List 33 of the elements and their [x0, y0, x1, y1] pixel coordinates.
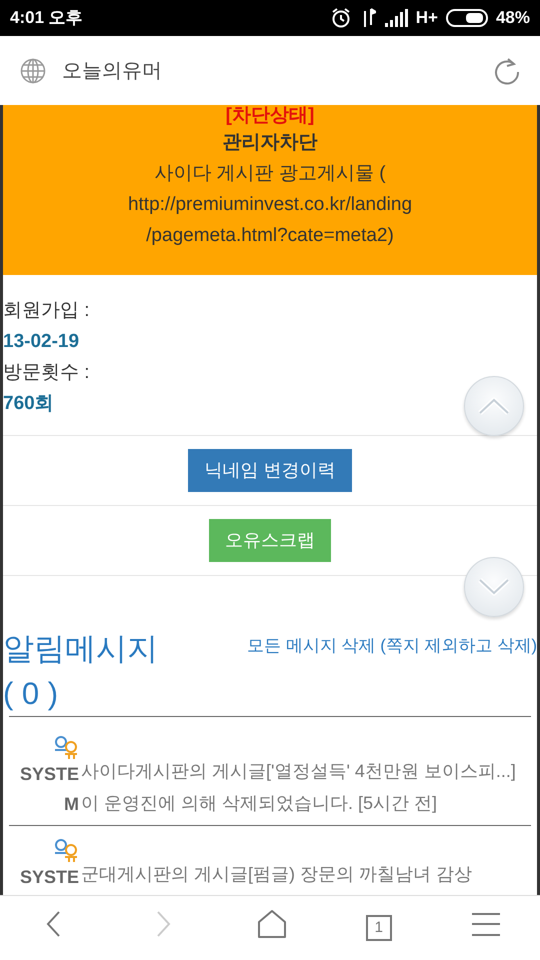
message-text[interactable]: 사이다게시판의 게시글['열정설득' 4천만원 보이스피...]이 운영진에 의해 삭제되었습니다. [5시간 전]: [81, 755, 531, 819]
block-reason: 관리자차단: [222, 131, 318, 155]
profile-value: 13-02-19: [3, 330, 80, 354]
site-logo-icon: [53, 735, 79, 759]
delete-all-link[interactable]: 모든 메시지 삭제 (쪽지 제외하고 삭제): [247, 633, 537, 658]
notifications-count: ( 0 ): [3, 675, 60, 713]
nickname-history-button[interactable]: 닉네임 변경이력: [188, 449, 352, 492]
message-sender: SYSTEM: [18, 763, 79, 816]
profile-value: 760회: [3, 392, 54, 416]
block-status: [차단상태]: [224, 105, 316, 127]
scrap-button[interactable]: 오유스크랩: [209, 519, 331, 562]
clock-time: 4:01 오후: [10, 7, 83, 30]
site-logo-icon: [53, 838, 79, 862]
chevron-down-icon: [477, 577, 511, 597]
block-detail: http://premiuminvest.co.kr/landing: [126, 193, 414, 217]
profile-label: 방문횟수 :: [3, 361, 90, 385]
reload-icon[interactable]: [494, 56, 522, 86]
message-sender: SYSTE: [20, 866, 79, 889]
tabs-button[interactable]: 1: [360, 909, 398, 947]
battery-percent: 48%: [496, 7, 530, 30]
message-text[interactable]: 군대게시판의 게시글[펌글) 장문의 까칠남녀 감상: [81, 858, 531, 892]
network-type: H+: [416, 7, 438, 30]
page-title: 오늘의유머: [62, 58, 163, 84]
chevron-up-icon: [477, 396, 511, 416]
battery-icon: [446, 8, 488, 28]
home-icon[interactable]: [256, 909, 287, 939]
profile-label: 회원가입 :: [3, 299, 90, 323]
block-detail: 사이다 게시판 광고게시물 (: [153, 162, 387, 186]
alarm-icon: [330, 7, 352, 29]
signal-icon: [384, 8, 408, 28]
globe-icon: [20, 58, 46, 84]
notifications-title: 알림메시지: [3, 630, 159, 668]
block-detail: /pagemeta.html?cate=meta2): [145, 224, 395, 248]
